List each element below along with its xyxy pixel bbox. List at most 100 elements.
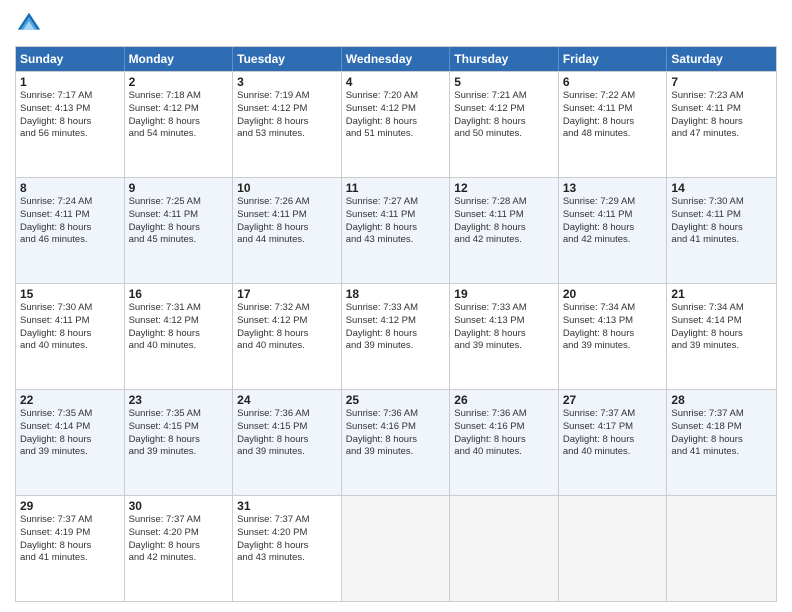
daylight-minutes: and 45 minutes. (129, 234, 229, 247)
sunset-text: Sunset: 4:17 PM (563, 421, 663, 434)
day-number: 18 (346, 287, 446, 301)
cal-cell-11: 11Sunrise: 7:27 AMSunset: 4:11 PMDayligh… (342, 178, 451, 283)
day-number: 12 (454, 181, 554, 195)
day-number: 30 (129, 499, 229, 513)
sunrise-text: Sunrise: 7:30 AM (671, 196, 772, 209)
page: SundayMondayTuesdayWednesdayThursdayFrid… (0, 0, 792, 612)
header-day-thursday: Thursday (450, 47, 559, 71)
cal-cell-9: 9Sunrise: 7:25 AMSunset: 4:11 PMDaylight… (125, 178, 234, 283)
cal-cell-22: 22Sunrise: 7:35 AMSunset: 4:14 PMDayligh… (16, 390, 125, 495)
daylight-text: Daylight: 8 hours (563, 434, 663, 447)
sunrise-text: Sunrise: 7:33 AM (454, 302, 554, 315)
daylight-minutes: and 41 minutes. (20, 552, 120, 565)
sunrise-text: Sunrise: 7:25 AM (129, 196, 229, 209)
sunset-text: Sunset: 4:13 PM (20, 103, 120, 116)
day-number: 5 (454, 75, 554, 89)
cal-cell-30: 30Sunrise: 7:37 AMSunset: 4:20 PMDayligh… (125, 496, 234, 601)
daylight-minutes: and 41 minutes. (671, 446, 772, 459)
sunrise-text: Sunrise: 7:36 AM (454, 408, 554, 421)
sunset-text: Sunset: 4:11 PM (671, 103, 772, 116)
daylight-minutes: and 53 minutes. (237, 128, 337, 141)
daylight-minutes: and 39 minutes. (671, 340, 772, 353)
daylight-text: Daylight: 8 hours (237, 116, 337, 129)
sunrise-text: Sunrise: 7:22 AM (563, 90, 663, 103)
sunrise-text: Sunrise: 7:37 AM (237, 514, 337, 527)
calendar-row-4: 22Sunrise: 7:35 AMSunset: 4:14 PMDayligh… (16, 389, 776, 495)
sunset-text: Sunset: 4:11 PM (671, 209, 772, 222)
cal-cell-28: 28Sunrise: 7:37 AMSunset: 4:18 PMDayligh… (667, 390, 776, 495)
daylight-text: Daylight: 8 hours (671, 116, 772, 129)
day-number: 10 (237, 181, 337, 195)
cal-cell-26: 26Sunrise: 7:36 AMSunset: 4:16 PMDayligh… (450, 390, 559, 495)
daylight-text: Daylight: 8 hours (563, 222, 663, 235)
daylight-text: Daylight: 8 hours (237, 222, 337, 235)
daylight-text: Daylight: 8 hours (346, 116, 446, 129)
sunset-text: Sunset: 4:12 PM (346, 103, 446, 116)
cal-cell-24: 24Sunrise: 7:36 AMSunset: 4:15 PMDayligh… (233, 390, 342, 495)
daylight-minutes: and 40 minutes. (20, 340, 120, 353)
daylight-minutes: and 39 minutes. (129, 446, 229, 459)
sunrise-text: Sunrise: 7:27 AM (346, 196, 446, 209)
daylight-text: Daylight: 8 hours (20, 434, 120, 447)
sunrise-text: Sunrise: 7:32 AM (237, 302, 337, 315)
sunset-text: Sunset: 4:12 PM (237, 315, 337, 328)
sunset-text: Sunset: 4:11 PM (454, 209, 554, 222)
sunset-text: Sunset: 4:15 PM (129, 421, 229, 434)
sunset-text: Sunset: 4:20 PM (237, 527, 337, 540)
cal-cell-2: 2Sunrise: 7:18 AMSunset: 4:12 PMDaylight… (125, 72, 234, 177)
daylight-text: Daylight: 8 hours (129, 434, 229, 447)
cal-cell-empty (667, 496, 776, 601)
daylight-text: Daylight: 8 hours (237, 540, 337, 553)
sunset-text: Sunset: 4:11 PM (129, 209, 229, 222)
daylight-text: Daylight: 8 hours (563, 116, 663, 129)
header-day-sunday: Sunday (16, 47, 125, 71)
daylight-minutes: and 39 minutes. (454, 340, 554, 353)
header (15, 10, 777, 38)
day-number: 31 (237, 499, 337, 513)
day-number: 25 (346, 393, 446, 407)
header-day-wednesday: Wednesday (342, 47, 451, 71)
cal-cell-19: 19Sunrise: 7:33 AMSunset: 4:13 PMDayligh… (450, 284, 559, 389)
sunset-text: Sunset: 4:12 PM (454, 103, 554, 116)
daylight-minutes: and 42 minutes. (129, 552, 229, 565)
sunrise-text: Sunrise: 7:33 AM (346, 302, 446, 315)
daylight-text: Daylight: 8 hours (129, 328, 229, 341)
day-number: 7 (671, 75, 772, 89)
sunset-text: Sunset: 4:16 PM (346, 421, 446, 434)
cal-cell-10: 10Sunrise: 7:26 AMSunset: 4:11 PMDayligh… (233, 178, 342, 283)
daylight-text: Daylight: 8 hours (20, 116, 120, 129)
day-number: 22 (20, 393, 120, 407)
sunset-text: Sunset: 4:12 PM (237, 103, 337, 116)
sunrise-text: Sunrise: 7:23 AM (671, 90, 772, 103)
cal-cell-21: 21Sunrise: 7:34 AMSunset: 4:14 PMDayligh… (667, 284, 776, 389)
daylight-text: Daylight: 8 hours (454, 328, 554, 341)
daylight-minutes: and 39 minutes. (563, 340, 663, 353)
day-number: 19 (454, 287, 554, 301)
cal-cell-15: 15Sunrise: 7:30 AMSunset: 4:11 PMDayligh… (16, 284, 125, 389)
daylight-minutes: and 56 minutes. (20, 128, 120, 141)
day-number: 28 (671, 393, 772, 407)
sunrise-text: Sunrise: 7:19 AM (237, 90, 337, 103)
daylight-minutes: and 40 minutes. (563, 446, 663, 459)
sunset-text: Sunset: 4:14 PM (20, 421, 120, 434)
daylight-minutes: and 39 minutes. (346, 446, 446, 459)
day-number: 3 (237, 75, 337, 89)
cal-cell-27: 27Sunrise: 7:37 AMSunset: 4:17 PMDayligh… (559, 390, 668, 495)
daylight-text: Daylight: 8 hours (237, 328, 337, 341)
sunset-text: Sunset: 4:11 PM (563, 209, 663, 222)
daylight-minutes: and 44 minutes. (237, 234, 337, 247)
calendar-header: SundayMondayTuesdayWednesdayThursdayFrid… (16, 47, 776, 71)
daylight-minutes: and 40 minutes. (454, 446, 554, 459)
cal-cell-6: 6Sunrise: 7:22 AMSunset: 4:11 PMDaylight… (559, 72, 668, 177)
sunrise-text: Sunrise: 7:35 AM (20, 408, 120, 421)
daylight-minutes: and 42 minutes. (454, 234, 554, 247)
daylight-text: Daylight: 8 hours (671, 222, 772, 235)
calendar-body: 1Sunrise: 7:17 AMSunset: 4:13 PMDaylight… (16, 71, 776, 601)
sunrise-text: Sunrise: 7:26 AM (237, 196, 337, 209)
cal-cell-8: 8Sunrise: 7:24 AMSunset: 4:11 PMDaylight… (16, 178, 125, 283)
daylight-minutes: and 46 minutes. (20, 234, 120, 247)
day-number: 11 (346, 181, 446, 195)
day-number: 14 (671, 181, 772, 195)
cal-cell-3: 3Sunrise: 7:19 AMSunset: 4:12 PMDaylight… (233, 72, 342, 177)
day-number: 15 (20, 287, 120, 301)
